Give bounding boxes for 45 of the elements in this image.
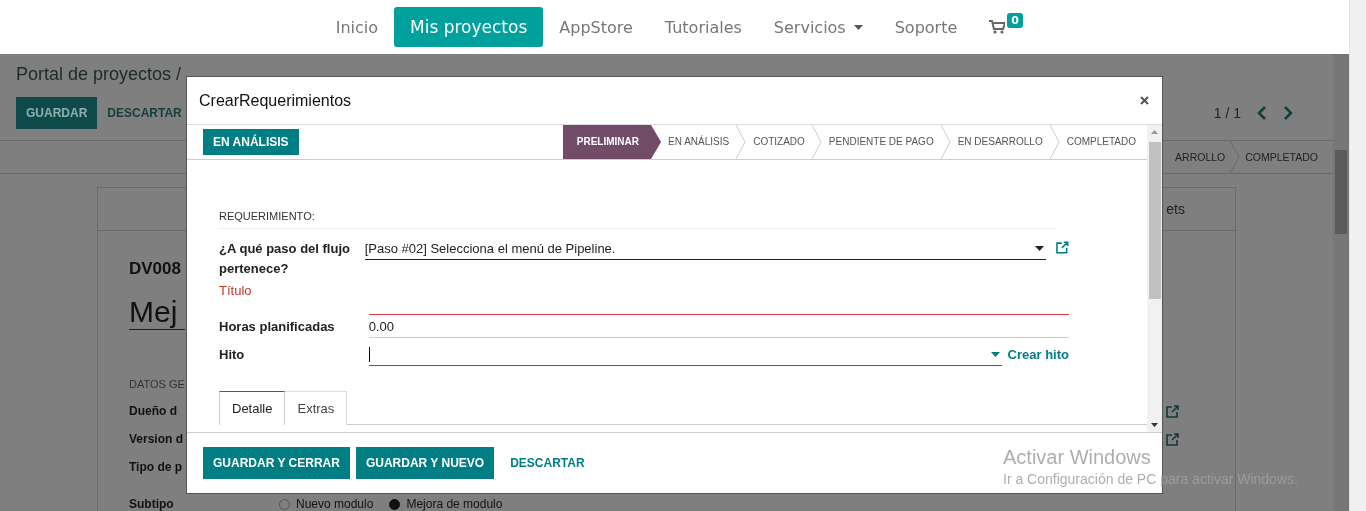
nav-link[interactable]: Soporte	[878, 7, 974, 47]
tab[interactable]: ets	[1166, 201, 1185, 217]
state-button[interactable]: EN ANÁLISIS	[203, 129, 299, 155]
stage-step[interactable]: ARROLLO	[1175, 151, 1231, 163]
activation-notice-title: Activar Windows	[1003, 446, 1152, 469]
stage-step[interactable]: EN ANÁLISIS	[661, 125, 737, 159]
pager-text: 1 / 1	[1213, 105, 1241, 121]
create-link[interactable]: Crear hito	[1007, 347, 1069, 366]
section-title: DATOS GE	[129, 378, 185, 390]
field-label: ¿A qué paso del flujo pertenece?	[219, 240, 351, 278]
cart-count-badge: 0	[1007, 13, 1023, 28]
field-label: Subtipo	[129, 497, 175, 511]
field-label: Tipo de p	[129, 460, 183, 474]
nav-link[interactable]: Inicio	[319, 7, 395, 47]
input-field[interactable]: [Paso #02] Selecciona el menú de Pipeline.	[364, 237, 1047, 260]
stage-step[interactable]: COTIZADO	[746, 125, 812, 159]
save-button[interactable]: GUARDAR	[16, 97, 98, 129]
input-field[interactable]: 0.00	[368, 315, 1069, 338]
record-code: DV008	[129, 259, 181, 279]
field-label: Version d	[129, 432, 184, 446]
discard-button[interactable]: DESCARTAR	[103, 97, 186, 129]
section-title: REQUERIMIENTO:	[219, 210, 1055, 229]
nav-link[interactable]: Servicios	[757, 7, 879, 47]
stage-step[interactable]: PENDIENTE DE PAGO	[821, 125, 941, 159]
dialog-title: CrearRequerimientos	[199, 91, 352, 110]
tab[interactable]: Detalle	[219, 391, 286, 425]
footer-button[interactable]: DESCARTAR	[500, 447, 595, 479]
radio-label: Mejora de modulo	[406, 497, 503, 511]
stage-step[interactable]: COMPLETADO	[1240, 151, 1323, 163]
field-label: Título	[219, 282, 253, 300]
tab[interactable]: Extras	[285, 391, 348, 425]
nav-link[interactable]: Tutoriales	[648, 7, 758, 47]
record-name: Mej	[129, 295, 185, 330]
stage-step[interactable]: PRELIMINAR	[562, 125, 662, 159]
breadcrumb: Portal de proyectos /	[16, 64, 182, 85]
footer-button[interactable]: GUARDAR Y NUEVO	[355, 447, 495, 479]
radio-label: Nuevo modulo	[296, 497, 374, 511]
nav-link[interactable]: Mis proyectos	[394, 7, 544, 47]
field-label: Horas planificadas	[219, 318, 336, 336]
footer-button[interactable]: GUARDAR Y CERRAR	[203, 447, 350, 479]
stage-step[interactable]: EN DESARROLLO	[950, 125, 1050, 159]
field-label: Dueño d	[129, 404, 177, 418]
nav-link[interactable]: AppStore	[543, 7, 649, 47]
stage-step[interactable]: COMPLETADO	[1059, 125, 1143, 159]
field-label: Hito	[219, 346, 246, 364]
